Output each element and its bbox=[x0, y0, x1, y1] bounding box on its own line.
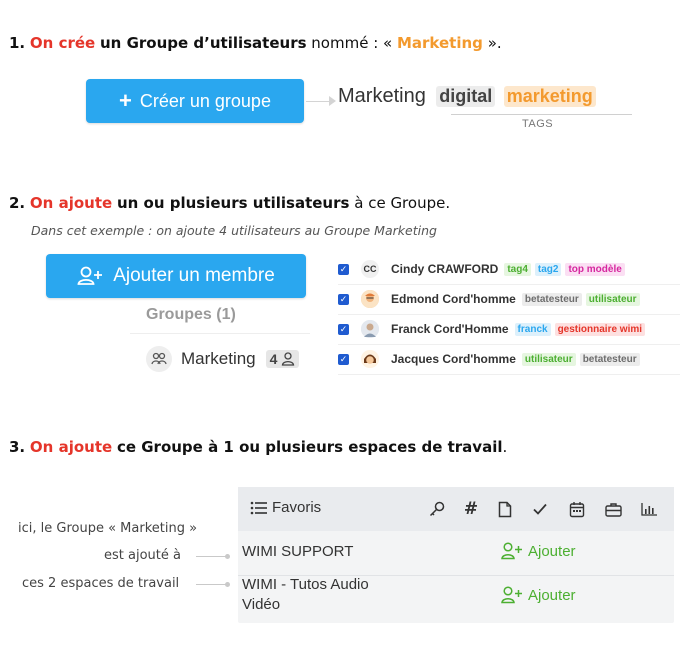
user-tag: utilisateur bbox=[521, 352, 576, 366]
add-label: Ajouter bbox=[528, 542, 576, 560]
tag-digital: digital bbox=[436, 86, 496, 107]
add-user-icon bbox=[501, 586, 522, 604]
workspace-header: Favoris # bbox=[238, 487, 674, 531]
workspace-name: WIMI SUPPORT bbox=[242, 543, 354, 560]
leader-line bbox=[196, 584, 226, 585]
user-name: Edmond Cord'homme bbox=[391, 292, 516, 306]
hash-icon[interactable]: # bbox=[462, 499, 480, 519]
step2-text-a: un ou plusieurs utilisateurs bbox=[116, 194, 350, 212]
leader-line bbox=[196, 556, 226, 557]
step2-verb: On ajoute bbox=[29, 194, 113, 212]
step3-verb: On ajoute bbox=[29, 438, 113, 456]
avatar bbox=[361, 350, 379, 368]
step2-text-b: à ce Groupe. bbox=[354, 194, 451, 212]
user-name: Cindy CRAWFORD bbox=[391, 262, 499, 276]
member-count: 4 bbox=[269, 351, 278, 367]
avatar bbox=[361, 320, 379, 338]
add-user-icon bbox=[77, 266, 103, 286]
user-tag: betatesteur bbox=[521, 292, 582, 306]
step2-heading: 2. On ajoute un ou plusieurs utilisateur… bbox=[9, 194, 450, 212]
user-tag: tag4 bbox=[504, 262, 531, 276]
tag-marketing: marketing bbox=[503, 86, 596, 107]
check-icon[interactable] bbox=[531, 500, 549, 518]
create-group-button[interactable]: + Créer un groupe bbox=[86, 79, 304, 123]
step1-text-a: un Groupe d’utilisateurs bbox=[100, 34, 307, 52]
key-icon[interactable] bbox=[428, 500, 446, 518]
leader-dot bbox=[225, 582, 230, 587]
step1-verb: On crée bbox=[29, 34, 96, 52]
user-row[interactable]: ✓ CC Cindy CRAWFORD tag4 tag2 top modèle bbox=[338, 254, 680, 285]
workspace-row: WIMI SUPPORT Ajouter bbox=[238, 531, 674, 575]
step3-heading: 3. On ajoute ce Groupe à 1 ou plusieurs … bbox=[9, 438, 507, 456]
tags-underline bbox=[451, 114, 632, 115]
step3-text-a: ce Groupe à 1 ou plusieurs espaces de tr… bbox=[116, 438, 503, 456]
user-row[interactable]: ✓ Jacques Cord'homme utilisateur betates… bbox=[338, 344, 680, 375]
add-label: Ajouter bbox=[528, 586, 576, 604]
calendar-icon[interactable] bbox=[568, 500, 586, 518]
group-icon bbox=[146, 346, 172, 372]
user-name: Jacques Cord'homme bbox=[391, 352, 516, 366]
create-group-label: Créer un groupe bbox=[139, 90, 271, 111]
step3-number: 3. bbox=[9, 438, 26, 456]
checkbox-checked[interactable]: ✓ bbox=[338, 293, 349, 305]
bar-chart-icon[interactable] bbox=[640, 500, 658, 518]
member-count-badge: 4 bbox=[265, 350, 300, 368]
user-tag: utilisateur bbox=[585, 292, 640, 306]
step1-group-name: Marketing bbox=[396, 34, 483, 52]
step1-text-c: ». bbox=[487, 34, 502, 52]
user-tag: tag2 bbox=[534, 262, 562, 276]
step1-heading: 1. On crée un Groupe d’utilisateurs nomm… bbox=[9, 34, 502, 52]
step2-number: 2. bbox=[9, 194, 26, 212]
document-icon[interactable] bbox=[496, 500, 514, 518]
add-member-button[interactable]: Ajouter un membre bbox=[46, 254, 306, 298]
avatar: CC bbox=[361, 260, 379, 278]
briefcase-icon[interactable] bbox=[604, 500, 622, 518]
add-to-workspace-button[interactable]: Ajouter bbox=[501, 542, 576, 560]
member-icon bbox=[282, 352, 295, 366]
checkbox-checked[interactable]: ✓ bbox=[338, 263, 349, 275]
user-tag: gestionnaire wimi bbox=[554, 322, 646, 336]
leader-dot bbox=[225, 554, 230, 559]
tags-caption: TAGS bbox=[522, 118, 554, 130]
annotation-line3: ces 2 espaces de travail bbox=[22, 576, 180, 591]
workspace-panel: Favoris # WIMI SUPPORT Ajouter WIMI - Tu… bbox=[238, 487, 674, 623]
user-name: Franck Cord'Homme bbox=[391, 322, 509, 336]
workspace-name-line2: Vidéo bbox=[242, 596, 281, 613]
tags-example: Marketing digital marketing bbox=[338, 85, 632, 115]
groups-divider bbox=[130, 333, 310, 334]
plus-icon: + bbox=[119, 88, 132, 113]
user-tag: top modèle bbox=[565, 262, 625, 276]
step1-number: 1. bbox=[9, 34, 26, 52]
annotation-line1: ici, le Groupe « Marketing » bbox=[18, 521, 198, 536]
arrow-head-icon bbox=[329, 96, 336, 106]
add-to-workspace-button[interactable]: Ajouter bbox=[501, 586, 576, 604]
groups-heading: Groupes (1) bbox=[146, 306, 236, 323]
user-row[interactable]: ✓ Edmond Cord'homme betatesteur utilisat… bbox=[338, 284, 680, 315]
favorites-label[interactable]: Favoris bbox=[272, 499, 321, 516]
checkbox-checked[interactable]: ✓ bbox=[338, 323, 349, 335]
user-tag: franck bbox=[514, 322, 551, 336]
add-user-icon bbox=[501, 542, 522, 560]
list-icon bbox=[250, 500, 268, 520]
user-row[interactable]: ✓ Franck Cord'Homme franck gestionnaire … bbox=[338, 314, 680, 345]
step2-note: Dans cet exemple : on ajoute 4 utilisate… bbox=[31, 223, 437, 238]
tags-example-title: Marketing bbox=[338, 85, 426, 107]
step1-text-b: nommé : « bbox=[311, 34, 393, 52]
avatar bbox=[361, 290, 379, 308]
checkbox-checked[interactable]: ✓ bbox=[338, 353, 349, 365]
annotation-line2: est ajouté à bbox=[104, 548, 181, 563]
group-item-name: Marketing bbox=[181, 349, 256, 368]
user-tag: betatesteur bbox=[579, 352, 640, 366]
group-item-marketing[interactable]: Marketing 4 bbox=[146, 346, 300, 372]
workspace-name-line1: WIMI - Tutos Audio bbox=[242, 576, 369, 593]
step3-text-b: . bbox=[502, 438, 508, 456]
workspace-row: WIMI - Tutos Audio Vidéo Ajouter bbox=[238, 576, 674, 623]
add-member-label: Ajouter un membre bbox=[113, 265, 275, 286]
